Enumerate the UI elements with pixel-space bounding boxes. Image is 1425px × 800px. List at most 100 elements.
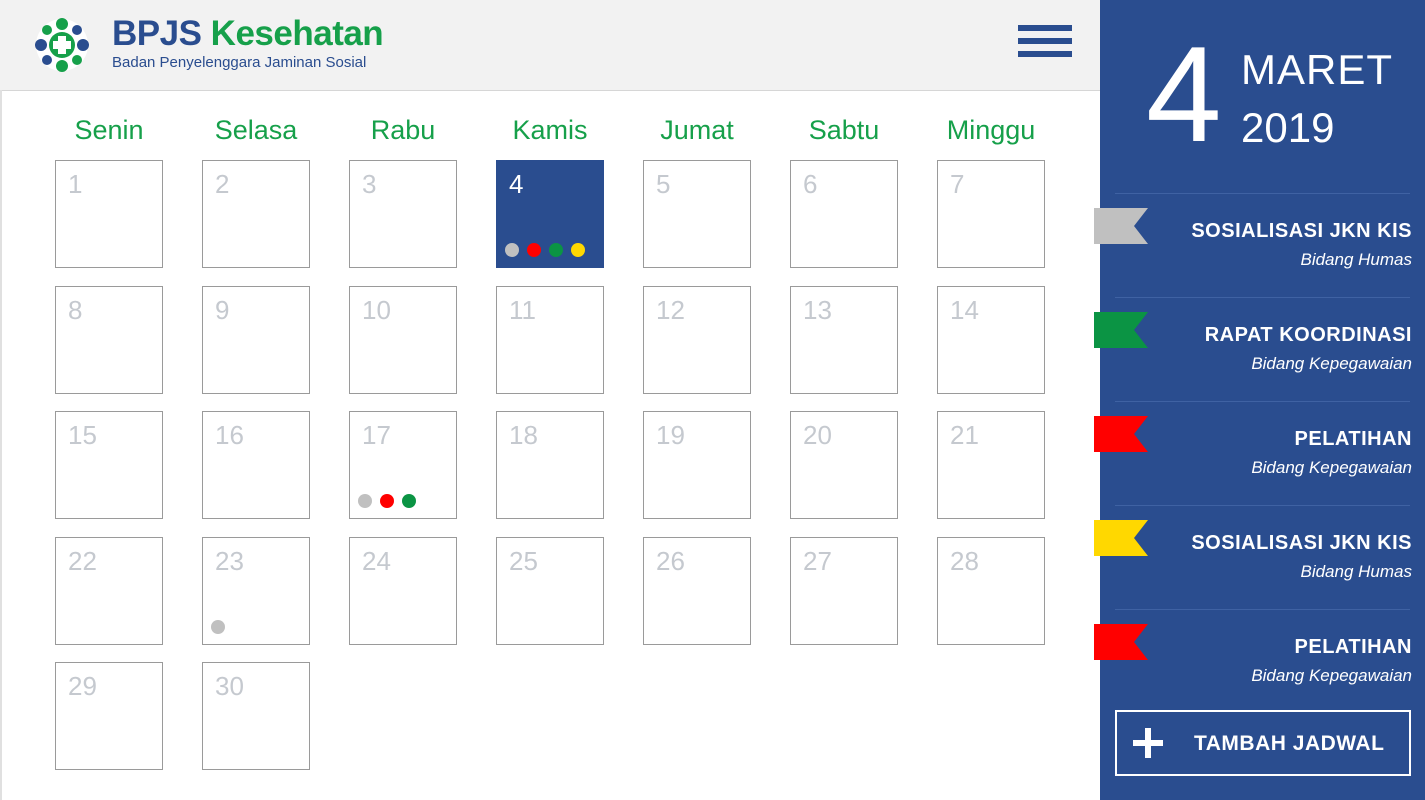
day-number: 15: [68, 420, 97, 450]
day-cell[interactable]: 8: [55, 286, 163, 394]
event-title: PELATIHAN: [1294, 428, 1412, 450]
day-cell[interactable]: 7: [937, 160, 1045, 268]
event-department: Bidang Humas: [1300, 250, 1412, 269]
event-dot-yellow: [571, 243, 585, 257]
day-cell[interactable]: 26: [643, 537, 751, 645]
day-cell[interactable]: 12: [643, 286, 751, 394]
sidebar: 4 MARET 2019 SOSIALISASI JKN KIS Bidang H…: [1094, 0, 1425, 800]
menu-line: [1018, 51, 1072, 57]
brand-bpjs: BPJS: [112, 14, 202, 53]
day-cell[interactable]: 9: [202, 286, 310, 394]
event-item[interactable]: SOSIALISASI JKN KIS Bidang Humas: [1094, 506, 1425, 606]
day-number: 4: [509, 169, 524, 199]
selected-day: 4: [1146, 18, 1222, 170]
day-cell[interactable]: 29: [55, 662, 163, 770]
day-cell[interactable]: 27: [790, 537, 898, 645]
event-item[interactable]: PELATIHAN Bidang Kepegawaian: [1094, 402, 1425, 502]
event-dot-green: [402, 494, 416, 508]
flag-icon: [1094, 624, 1148, 660]
day-number: 7: [950, 169, 965, 199]
day-number: 26: [656, 546, 685, 576]
event-title: SOSIALISASI JKN KIS: [1191, 220, 1412, 242]
weekday-header: Jumat: [660, 115, 734, 145]
event-item[interactable]: SOSIALISASI JKN KIS Bidang Humas: [1094, 194, 1425, 294]
brand-kesehatan: Kesehatan: [210, 14, 384, 53]
plus-icon: [1133, 728, 1163, 758]
day-cell[interactable]: 1: [55, 160, 163, 268]
event-title: RAPAT KOORDINASI: [1204, 324, 1412, 346]
day-cell[interactable]: 10: [349, 286, 457, 394]
day-number: 2: [215, 169, 230, 199]
weekday-header: Selasa: [214, 115, 298, 145]
day-number: 23: [215, 546, 244, 576]
day-number: 6: [803, 169, 818, 199]
event-department: Bidang Kepegawaian: [1251, 666, 1412, 685]
bpjs-logo-icon: [35, 18, 89, 72]
day-cell[interactable]: 20: [790, 411, 898, 519]
flag-icon: [1094, 520, 1148, 556]
day-number: 29: [68, 671, 97, 701]
event-dot-gray: [211, 620, 225, 634]
hamburger-menu-icon[interactable]: [1018, 25, 1072, 65]
day-number: 20: [803, 420, 832, 450]
day-cell[interactable]: 30: [202, 662, 310, 770]
weekday-header: Kamis: [512, 115, 588, 145]
day-cell[interactable]: 11: [496, 286, 604, 394]
day-cell[interactable]: 21: [937, 411, 1045, 519]
day-cell[interactable]: 2: [202, 160, 310, 268]
event-item[interactable]: PELATIHAN Bidang Kepegawaian: [1094, 610, 1425, 710]
day-cell[interactable]: 13: [790, 286, 898, 394]
weekday-header: Rabu: [370, 115, 436, 145]
day-cell[interactable]: 5: [643, 160, 751, 268]
day-number: 11: [509, 295, 536, 325]
flag-icon: [1094, 416, 1148, 452]
flag-icon: [1094, 208, 1148, 244]
flag-icon: [1094, 312, 1148, 348]
event-item[interactable]: RAPAT KOORDINASI Bidang Kepegawaian: [1094, 298, 1425, 398]
day-number: 28: [950, 546, 979, 576]
event-dot-red: [527, 243, 541, 257]
event-department: Bidang Kepegawaian: [1251, 354, 1412, 373]
day-number: 10: [362, 295, 391, 325]
day-number: 19: [656, 420, 685, 450]
event-department: Bidang Humas: [1300, 562, 1412, 581]
event-title: SOSIALISASI JKN KIS: [1191, 532, 1412, 554]
day-cell[interactable]: 17: [349, 411, 457, 519]
day-number: 27: [803, 546, 832, 576]
day-number: 8: [68, 295, 83, 325]
day-cell[interactable]: 15: [55, 411, 163, 519]
day-number: 16: [215, 420, 244, 450]
add-schedule-button[interactable]: TAMBAH JADWAL: [1115, 710, 1411, 776]
event-dot-green: [549, 243, 563, 257]
day-number: 12: [656, 295, 685, 325]
day-cell[interactable]: 25: [496, 537, 604, 645]
day-cell[interactable]: 16: [202, 411, 310, 519]
day-number: 14: [950, 295, 979, 325]
brand-name: BPJS Kesehatan: [112, 14, 384, 54]
day-cell[interactable]: 6: [790, 160, 898, 268]
day-number: 18: [509, 420, 538, 450]
day-number: 25: [509, 546, 538, 576]
day-cell[interactable]: 24: [349, 537, 457, 645]
day-cell[interactable]: 18: [496, 411, 604, 519]
day-number: 9: [215, 295, 230, 325]
weekday-header: Sabtu: [808, 115, 880, 145]
day-number: 3: [362, 169, 377, 199]
brand-block: BPJS Kesehatan Badan Penyelenggara Jamin…: [112, 14, 384, 71]
event-indicators: [211, 620, 233, 634]
day-cell[interactable]: 28: [937, 537, 1045, 645]
selected-year: 2019: [1241, 104, 1335, 151]
event-dot-red: [380, 494, 394, 508]
day-cell[interactable]: 22: [55, 537, 163, 645]
day-number: 22: [68, 546, 97, 576]
day-cell-today[interactable]: 4: [496, 160, 604, 268]
event-indicators: [505, 243, 593, 257]
day-number: 30: [215, 671, 244, 701]
day-number: 5: [656, 169, 671, 199]
brand-subtitle: Badan Penyelenggara Jaminan Sosial: [112, 54, 367, 71]
day-cell[interactable]: 19: [643, 411, 751, 519]
day-cell[interactable]: 3: [349, 160, 457, 268]
day-cell[interactable]: 23: [202, 537, 310, 645]
day-cell[interactable]: 14: [937, 286, 1045, 394]
event-department: Bidang Kepegawaian: [1251, 458, 1412, 477]
